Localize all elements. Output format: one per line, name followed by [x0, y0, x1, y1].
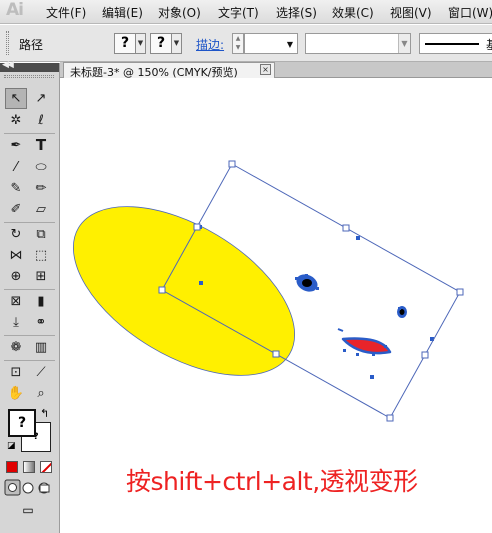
tool-divider [4, 360, 55, 361]
symbol-sprayer-icon[interactable]: ❁ [5, 337, 27, 358]
shape-builder-icon[interactable]: ⊕ [5, 266, 27, 287]
menu-effect[interactable]: 效果(C) [332, 4, 374, 21]
chevron-down-icon[interactable]: ▼ [287, 34, 293, 55]
perspective-grid-icon[interactable]: ⊞ [30, 266, 52, 287]
cheek-mark [337, 328, 344, 332]
direct-selection-icon[interactable]: ↗ [30, 88, 52, 109]
width-icon[interactable]: ⋈ [5, 245, 27, 266]
brush-stroke-preview [425, 43, 479, 45]
blob-brush-icon[interactable]: ✐ [5, 199, 27, 220]
close-icon[interactable]: × [260, 64, 271, 75]
tool-divider [4, 289, 55, 290]
menu-type[interactable]: 文字(T) [218, 4, 259, 21]
stroke-weight-stepper[interactable]: ▲ ▼ [232, 33, 244, 54]
app-logo: Ai [6, 0, 24, 20]
type-icon[interactable]: T [30, 135, 52, 156]
selection-icon[interactable]: ↖ [5, 88, 27, 109]
column-graph-icon[interactable]: ▥ [30, 337, 52, 358]
stroke-weight-field[interactable]: ▼ [244, 33, 298, 54]
menu-bar: Ai 文件(F) 编辑(E) 对象(O) 文字(T) 选择(S) 效果(C) 视… [0, 0, 492, 24]
menu-view[interactable]: 视图(V) [390, 4, 432, 21]
variable-width-profile-select[interactable]: ▼ [305, 33, 411, 54]
hand-icon[interactable]: ✋ [5, 383, 27, 404]
collapse-icon[interactable]: ◀◀ [2, 60, 14, 70]
tool-divider [4, 335, 55, 336]
document-tab[interactable]: 未标题-3* @ 150% (CMYK/预览) × [63, 62, 275, 79]
eraser-icon[interactable]: ▱ [30, 199, 52, 220]
brush-name-label: 基 [486, 36, 492, 53]
artboard-canvas[interactable]: 按shift+ctrl+alt,透视变形 [60, 79, 492, 533]
slice-icon[interactable]: ⟋ [30, 362, 52, 383]
screen-mode-icon[interactable]: ▭ [16, 503, 40, 521]
selection-type-label: 路径 [19, 38, 44, 52]
lasso-icon[interactable]: ℓ [30, 110, 52, 131]
scale-icon[interactable]: ⧉ [30, 224, 52, 245]
menu-edit[interactable]: 编辑(E) [102, 4, 143, 21]
swap-fill-stroke-icon[interactable]: ↰ [40, 407, 49, 420]
stroke-panel-link[interactable]: 描边: [196, 36, 224, 53]
color-mode-button[interactable] [6, 461, 18, 473]
instruction-caption: 按shift+ctrl+alt,透视变形 [126, 467, 418, 496]
smiley-face-shape[interactable] [60, 172, 323, 410]
control-bar: 路径 ? ▼ ? ▼ 描边: ▲▼ ▼ ▼ 基 [0, 25, 492, 62]
tools-panel: ◀◀ ↖ ↗ ✲ ℓ ✒ T ⁄ ⬭ ✎ ✏ ✐ ▱ ↻ ⧉ ⋈ ⬚ ⊕ ⊞ ⊠… [0, 60, 60, 533]
stroke-dropdown-arrow-icon[interactable]: ▼ [171, 33, 182, 54]
drawing-modes-icon[interactable] [4, 479, 56, 497]
zoom-icon[interactable]: ⌕ [30, 383, 52, 404]
tools-panel-header: ◀◀ [0, 60, 59, 72]
tool-divider [4, 222, 55, 223]
free-transform-icon[interactable]: ⬚ [30, 245, 52, 266]
ellipse-icon[interactable]: ⬭ [30, 157, 52, 178]
blend-icon[interactable]: ⚭ [30, 312, 52, 333]
brush-definition-select[interactable]: 基 [419, 33, 492, 54]
eyedropper-icon[interactable]: ⤓ [5, 312, 27, 333]
artboard-icon[interactable]: ⊡ [5, 362, 27, 383]
line-icon[interactable]: ⁄ [5, 157, 27, 178]
gradient-icon[interactable]: ▮ [30, 291, 52, 312]
gradient-mode-button[interactable] [23, 461, 35, 473]
menu-file[interactable]: 文件(F) [46, 4, 86, 21]
stroke-color-box[interactable]: ? [150, 33, 172, 54]
fill-dropdown-arrow-icon[interactable]: ▼ [135, 33, 146, 54]
mouth-shape[interactable] [341, 337, 392, 355]
tools-panel-grip[interactable] [4, 75, 54, 78]
default-colors-icon[interactable]: ◪ [7, 441, 16, 451]
paintbrush-icon[interactable]: ✎ [5, 178, 27, 199]
fill-color-box[interactable]: ? [114, 33, 136, 54]
pencil-icon[interactable]: ✏ [30, 178, 52, 199]
document-tab-bar: 未标题-3* @ 150% (CMYK/预览) × [60, 62, 492, 79]
menu-window[interactable]: 窗口(W) [448, 4, 492, 21]
menu-select[interactable]: 选择(S) [276, 4, 317, 21]
control-bar-grip[interactable] [6, 31, 9, 55]
magic-wand-icon[interactable]: ✲ [5, 110, 27, 131]
chevron-down-icon[interactable]: ▼ [398, 34, 410, 53]
document-tab-title: 未标题-3* @ 150% (CMYK/预览) [70, 66, 238, 79]
fill-swatch[interactable]: ? [8, 409, 36, 437]
rotate-icon[interactable]: ↻ [5, 224, 27, 245]
pen-icon[interactable]: ✒ [5, 135, 27, 156]
left-eye-pupil [302, 279, 312, 287]
none-mode-button[interactable] [40, 461, 52, 473]
mesh-icon[interactable]: ⊠ [5, 291, 27, 312]
tool-divider [4, 133, 55, 134]
menu-object[interactable]: 对象(O) [158, 4, 201, 21]
